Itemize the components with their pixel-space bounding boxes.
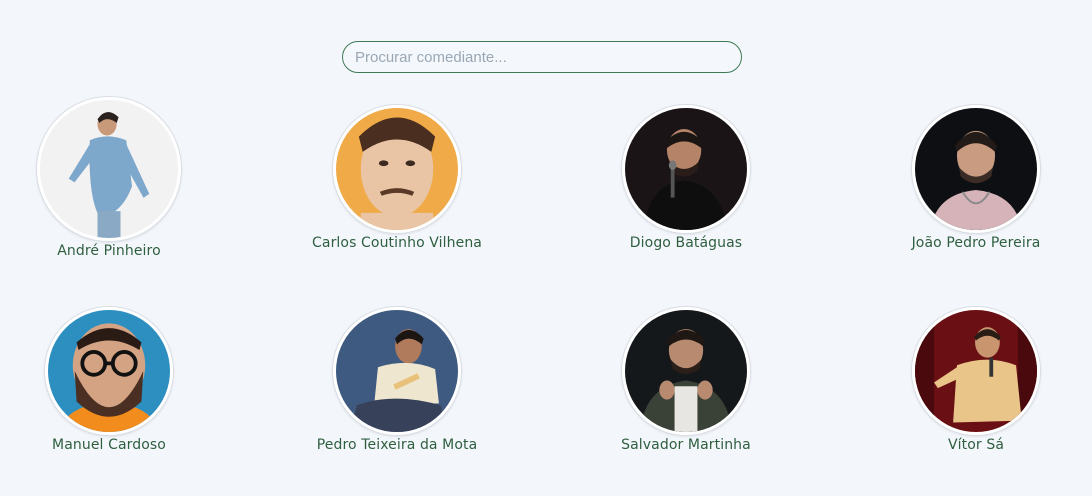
comedian-name[interactable]: Carlos Coutinho Vilhena (297, 235, 497, 251)
comedian-photo[interactable] (333, 105, 461, 233)
comedian-name[interactable]: Manuel Cardoso (9, 437, 209, 453)
comedian-name[interactable]: Diogo Batáguas (586, 235, 786, 251)
comedian-photo[interactable] (912, 307, 1040, 435)
comedian-photo[interactable] (912, 105, 1040, 233)
comedian-grid: André Pinheiro Carlos Coutinho Vilhena D… (0, 0, 1092, 496)
comedian-name[interactable]: Salvador Martinha (586, 437, 786, 453)
person-photo-icon (915, 108, 1037, 230)
comedian-card-pedro-teixeira-da-mota[interactable]: Pedro Teixeira da Mota (297, 307, 497, 453)
person-photo-icon (40, 100, 178, 238)
comedian-photo[interactable] (45, 307, 173, 435)
person-photo-icon (625, 310, 747, 432)
comedian-card-joao-pedro-pereira[interactable]: João Pedro Pereira (876, 105, 1076, 251)
comedian-card-vitor-sa[interactable]: Vítor Sá (876, 307, 1076, 453)
person-photo-icon (915, 310, 1037, 432)
comedian-photo[interactable] (333, 307, 461, 435)
person-photo-icon (48, 310, 170, 432)
comedian-photo[interactable] (37, 97, 181, 241)
person-photo-icon (625, 108, 747, 230)
comedian-name[interactable]: Vítor Sá (876, 437, 1076, 453)
comedian-name[interactable]: Pedro Teixeira da Mota (297, 437, 497, 453)
comedian-card-salvador-martinha[interactable]: Salvador Martinha (586, 307, 786, 453)
person-photo-icon (336, 108, 458, 230)
comedian-card-manuel-cardoso[interactable]: Manuel Cardoso (9, 307, 209, 453)
comedian-photo[interactable] (622, 307, 750, 435)
comedian-card-diogo-bataguas[interactable]: Diogo Batáguas (586, 105, 786, 251)
comedian-card-andre-pinheiro[interactable]: André Pinheiro (9, 97, 209, 259)
comedian-name[interactable]: André Pinheiro (9, 243, 209, 259)
comedian-photo[interactable] (622, 105, 750, 233)
comedian-name[interactable]: João Pedro Pereira (876, 235, 1076, 251)
person-photo-icon (336, 310, 458, 432)
comedian-card-carlos-coutinho-vilhena[interactable]: Carlos Coutinho Vilhena (297, 105, 497, 251)
